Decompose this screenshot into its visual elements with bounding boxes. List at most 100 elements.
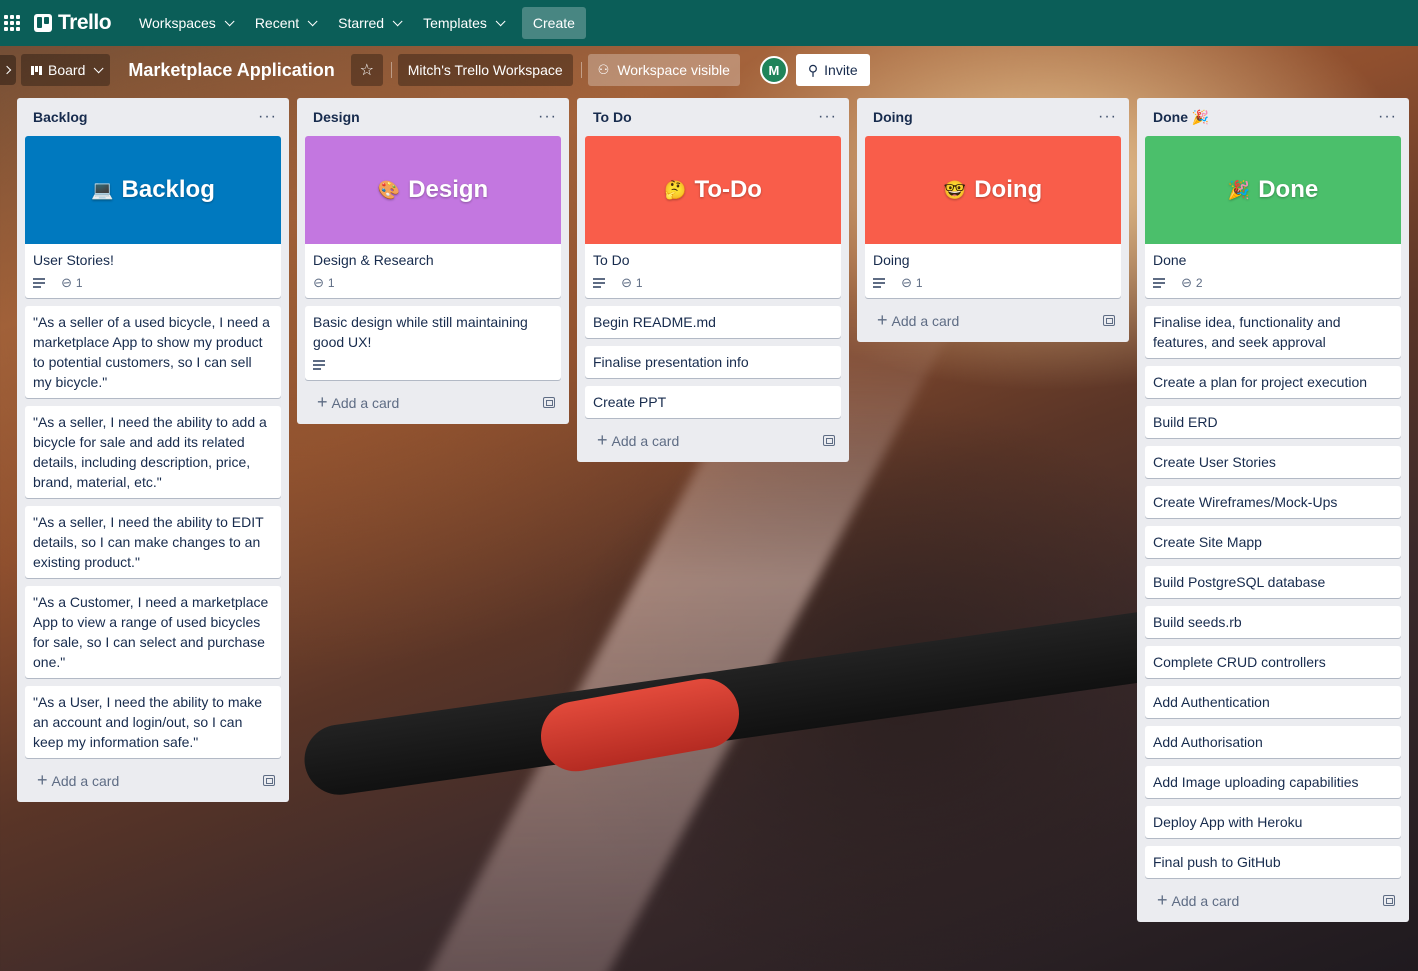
add-card-label: Add a card xyxy=(51,772,120,789)
attachment-count: 1 xyxy=(915,276,923,290)
list-card[interactable]: Basic design while still maintaining goo… xyxy=(305,306,561,380)
cover-card[interactable]: 🎉 Done Done ⊘ 2 xyxy=(1145,136,1401,298)
cover-card[interactable]: 🤔 To-Do To Do ⊘ 1 xyxy=(585,136,841,298)
list-card[interactable]: Add Authentication xyxy=(1145,686,1401,718)
sidebar-expand-button[interactable] xyxy=(0,55,16,85)
card-template-icon[interactable] xyxy=(543,396,555,408)
attachment-count: 1 xyxy=(75,276,83,290)
card-badges: ⊘ 1 xyxy=(305,273,561,298)
attachment-icon: ⊘ xyxy=(617,273,636,292)
add-card-button[interactable]: + Add a card xyxy=(1145,886,1401,914)
card-title: Finalise presentation info xyxy=(593,354,749,370)
star-board-button[interactable]: ☆ xyxy=(350,54,383,86)
add-card-button[interactable]: + Add a card xyxy=(305,388,561,416)
card-title: "As a Customer, I need a marketplace App… xyxy=(33,594,269,670)
list-todo: To Do ··· 🤔 To-Do To Do ⊘ 1 Begin README… xyxy=(577,98,849,462)
list-card[interactable]: Build seeds.rb xyxy=(1145,606,1401,638)
chevron-right-icon xyxy=(2,65,11,75)
nav-workspaces[interactable]: Workspaces xyxy=(127,7,243,39)
nav-templates[interactable]: Templates xyxy=(411,7,514,39)
create-button[interactable]: Create xyxy=(521,7,586,39)
add-person-icon: ⚲ xyxy=(807,61,819,78)
list-card[interactable]: Finalise idea, functionality and feature… xyxy=(1145,306,1401,358)
chevron-down-icon xyxy=(307,15,318,26)
cover-text: Design xyxy=(408,176,489,203)
nav-starred[interactable]: Starred xyxy=(326,7,411,39)
card-cover: 🤔 To-Do xyxy=(585,136,841,244)
app-switcher-icon[interactable] xyxy=(4,15,20,31)
invite-button[interactable]: ⚲ Invite xyxy=(795,54,870,86)
description-icon xyxy=(593,278,605,288)
list-title[interactable]: Done 🎉 xyxy=(1153,109,1209,126)
nav-recent-label: Recent xyxy=(254,15,300,31)
description-icon xyxy=(1153,278,1165,288)
nav-starred-label: Starred xyxy=(338,15,385,31)
list-card[interactable]: "As a seller of a used bicycle, I need a… xyxy=(25,306,281,398)
description-icon xyxy=(313,360,325,370)
add-card-button[interactable]: + Add a card xyxy=(25,766,281,794)
list-card[interactable]: Add Image uploading capabilities xyxy=(1145,766,1401,798)
party-popper-icon: 🎉 xyxy=(1227,179,1251,200)
list-card[interactable]: Final push to GitHub xyxy=(1145,846,1401,878)
list-card[interactable]: Add Authorisation xyxy=(1145,726,1401,758)
list-menu-icon[interactable]: ··· xyxy=(1378,108,1397,126)
list-title[interactable]: To Do xyxy=(593,109,632,125)
list-title[interactable]: Doing xyxy=(873,109,913,125)
list-card[interactable]: Finalise presentation info xyxy=(585,346,841,378)
list-card[interactable]: Create a plan for project execution xyxy=(1145,366,1401,398)
list-card[interactable]: Create PPT xyxy=(585,386,841,418)
list-card[interactable]: Begin README.md xyxy=(585,306,841,338)
list-card[interactable]: Complete CRUD controllers xyxy=(1145,646,1401,678)
cover-text: Done xyxy=(1258,176,1319,203)
list-header: Backlog ··· xyxy=(25,98,281,136)
card-title: Deploy App with Heroku xyxy=(1153,814,1303,830)
plus-icon: + xyxy=(877,309,888,330)
nav-recent[interactable]: Recent xyxy=(243,7,326,39)
cover-card[interactable]: 💻 Backlog User Stories! ⊘ 1 xyxy=(25,136,281,298)
card-badges: ⊘ 2 xyxy=(1145,273,1401,298)
trello-logo[interactable]: Trello xyxy=(34,11,112,35)
list-title[interactable]: Backlog xyxy=(33,109,87,125)
card-template-icon[interactable] xyxy=(1383,894,1395,906)
list-card[interactable]: "As a seller, I need the ability to EDIT… xyxy=(25,506,281,578)
add-card-button[interactable]: + Add a card xyxy=(585,426,841,454)
list-title[interactable]: Design xyxy=(313,109,360,125)
list-card[interactable]: Create User Stories xyxy=(1145,446,1401,478)
card-title: To Do xyxy=(593,252,630,268)
list-card[interactable]: Build ERD xyxy=(1145,406,1401,438)
card-title: Add Authentication xyxy=(1153,694,1270,710)
card-title: Create User Stories xyxy=(1153,454,1276,470)
add-card-button[interactable]: + Add a card xyxy=(865,306,1121,334)
card-template-icon[interactable] xyxy=(263,774,275,786)
card-cover: 💻 Backlog xyxy=(25,136,281,244)
workspace-button[interactable]: Mitch's Trello Workspace xyxy=(397,54,573,86)
list-card[interactable]: Create Wireframes/Mock-Ups xyxy=(1145,486,1401,518)
list-card[interactable]: "As a User, I need the ability to make a… xyxy=(25,686,281,758)
card-template-icon[interactable] xyxy=(1103,314,1115,326)
attachment-icon: ⊘ xyxy=(309,273,328,292)
list-card[interactable]: Create Site Mapp xyxy=(1145,526,1401,558)
chevron-down-icon xyxy=(94,62,104,73)
cover-card[interactable]: 🎨 Design Design & Research ⊘ 1 xyxy=(305,136,561,298)
list-done: Done 🎉 ··· 🎉 Done Done ⊘ 2 Finalise idea… xyxy=(1137,98,1409,922)
nerd-face-icon: 🤓 xyxy=(943,179,967,200)
list-header: To Do ··· xyxy=(585,98,841,136)
member-avatar[interactable]: M xyxy=(759,56,788,84)
list-menu-icon[interactable]: ··· xyxy=(1098,108,1117,126)
card-template-icon[interactable] xyxy=(823,434,835,446)
list-menu-icon[interactable]: ··· xyxy=(538,108,557,126)
board-view-switcher[interactable]: Board xyxy=(21,54,111,86)
list-menu-icon[interactable]: ··· xyxy=(258,108,277,126)
visibility-button[interactable]: ⚇ Workspace visible xyxy=(587,54,740,86)
card-title: Create PPT xyxy=(593,394,667,410)
cover-card[interactable]: 🤓 Doing Doing ⊘ 1 xyxy=(865,136,1121,298)
card-title: Add Authorisation xyxy=(1153,734,1263,750)
board-title[interactable]: Marketplace Application xyxy=(128,60,334,81)
list-card[interactable]: Build PostgreSQL database xyxy=(1145,566,1401,598)
trello-logo-text: Trello xyxy=(58,11,112,34)
list-card[interactable]: Deploy App with Heroku xyxy=(1145,806,1401,838)
attachment-icon: ⊘ xyxy=(57,273,76,292)
list-card[interactable]: "As a seller, I need the ability to add … xyxy=(25,406,281,498)
list-menu-icon[interactable]: ··· xyxy=(818,108,837,126)
list-card[interactable]: "As a Customer, I need a marketplace App… xyxy=(25,586,281,678)
